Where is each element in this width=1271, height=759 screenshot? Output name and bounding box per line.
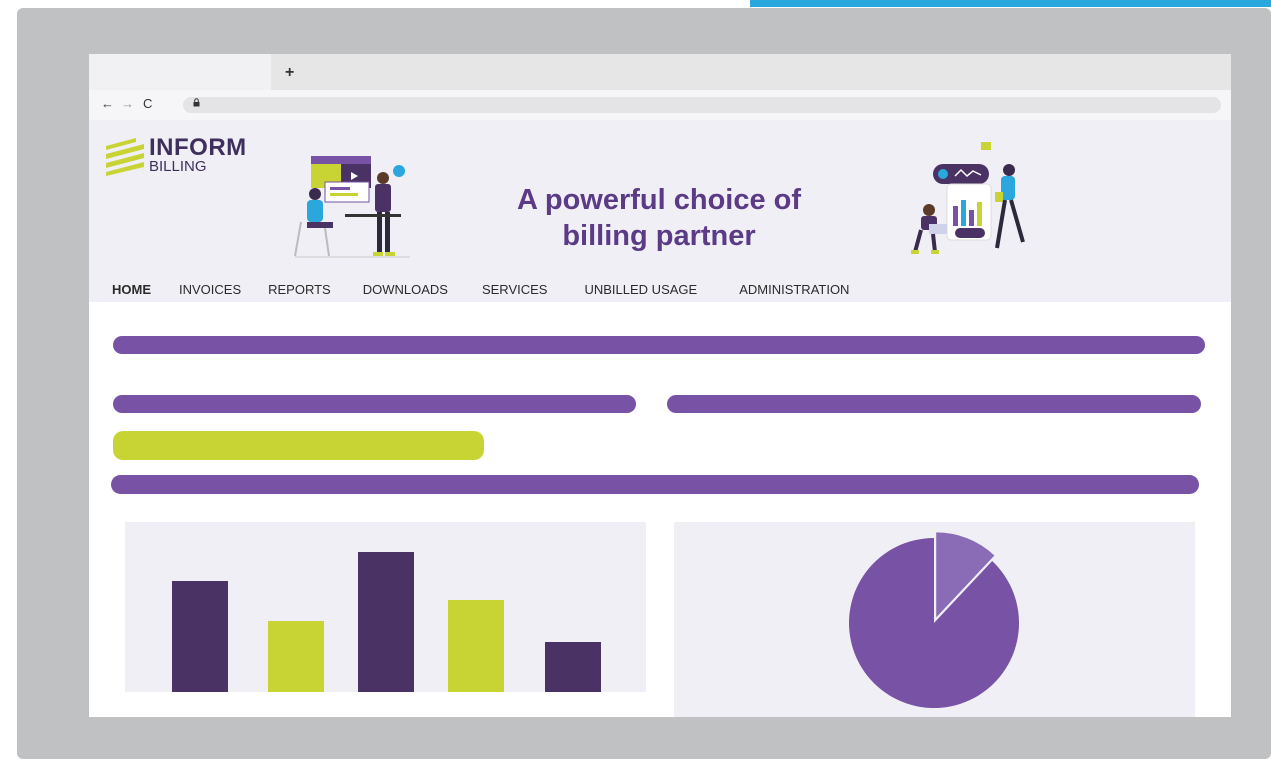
highlight-placeholder-bar <box>113 431 484 460</box>
url-field[interactable] <box>183 97 1221 113</box>
reload-icon[interactable]: C <box>143 96 152 111</box>
content-placeholder-bar <box>111 475 1199 494</box>
browser-window: + ← → C INFORM BILLING A powerful choice… <box>89 54 1231 717</box>
menu-item-unbilled-usage[interactable]: UNBILLED USAGE <box>584 282 697 297</box>
page-headline: A powerful choice of billing partner <box>516 184 802 252</box>
content-placeholder-bar <box>113 395 636 413</box>
menu-item-reports[interactable]: REPORTS <box>268 282 331 297</box>
new-tab-button[interactable]: + <box>285 64 294 82</box>
menu-item-invoices[interactable]: INVOICES <box>179 282 241 297</box>
content-placeholder-bar <box>667 395 1201 413</box>
lock-icon <box>193 98 200 109</box>
menu-item-home[interactable]: HOME <box>112 282 151 297</box>
pie-slice-1 <box>849 538 1019 708</box>
back-icon[interactable]: ← <box>101 96 114 111</box>
main-menu: HOME INVOICES REPORTS DOWNLOADS SERVICES… <box>112 282 849 297</box>
bar-4 <box>448 600 504 692</box>
bar-chart <box>172 552 601 692</box>
browser-tab[interactable] <box>89 54 271 90</box>
accent-strip <box>750 0 1271 7</box>
team-presentation-illustration <box>294 156 410 258</box>
bar-3 <box>358 552 414 692</box>
pie-chart <box>849 532 1019 708</box>
bar-chart-panel <box>125 522 646 692</box>
menu-item-services[interactable]: SERVICES <box>482 282 548 297</box>
bar-5 <box>545 642 601 692</box>
pie-chart-panel <box>674 522 1195 717</box>
analytics-dashboard-illustration <box>911 142 1025 254</box>
bar-1 <box>172 581 228 692</box>
logo-mark-icon <box>106 138 144 176</box>
content-placeholder-bar <box>113 336 1205 354</box>
menu-item-administration[interactable]: ADMINISTRATION <box>739 282 849 297</box>
bar-2 <box>268 621 324 692</box>
brand-name-line2: BILLING <box>149 158 207 175</box>
forward-icon[interactable]: → <box>121 96 134 111</box>
menu-item-downloads[interactable]: DOWNLOADS <box>363 282 448 297</box>
